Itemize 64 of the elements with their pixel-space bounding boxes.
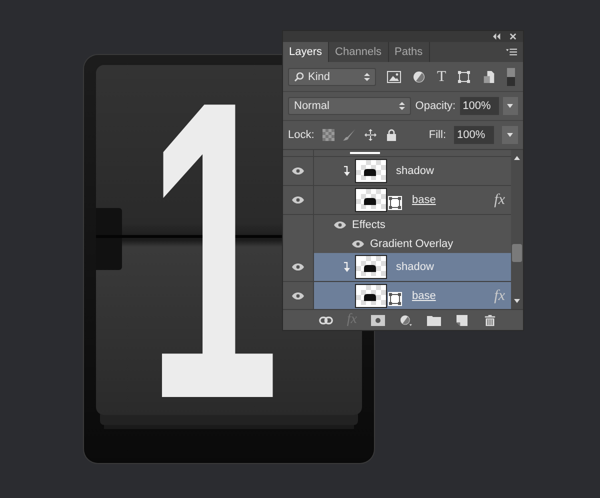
layer-name: base (412, 290, 436, 302)
layer-thumbnail (356, 285, 386, 307)
layer-name: shadow (396, 261, 434, 273)
type-filter-icon[interactable]: T (437, 70, 446, 84)
eye-icon[interactable] (292, 292, 304, 300)
search-icon (294, 72, 304, 82)
eye-icon[interactable] (292, 196, 304, 204)
fill-label: Fill: (428, 129, 446, 141)
panel-tab[interactable]: Layers (283, 42, 330, 62)
image-filter-icon[interactable] (387, 71, 401, 83)
folder-icon[interactable] (427, 314, 441, 326)
blend-mode-dropdown[interactable]: Normal (288, 96, 412, 114)
blend-mode-value: Normal (294, 100, 330, 112)
effect-row[interactable]: Effects (283, 215, 511, 234)
panel-tab[interactable]: Channels (329, 42, 389, 62)
layer-name: shadow (396, 165, 434, 177)
opacity-field[interactable]: 100% (460, 96, 499, 114)
effect-name: Gradient Overlay (370, 238, 454, 250)
scroll-thumb[interactable] (512, 244, 522, 262)
checkerboard-lock-icon[interactable] (322, 129, 336, 141)
panel-tab[interactable]: Paths (388, 42, 430, 62)
fx-label: fx (494, 288, 505, 304)
mask-icon[interactable] (371, 314, 385, 326)
trash-icon[interactable] (483, 314, 497, 326)
layer-row[interactable]: base fx (283, 186, 511, 215)
digit: 1 (147, 89, 280, 412)
brush-lock-icon[interactable] (343, 129, 356, 141)
opacity-label: Opacity: (415, 100, 456, 112)
caret-icon (507, 104, 514, 108)
fill-dropdown-button[interactable] (502, 126, 518, 144)
half-circle-icon[interactable] (399, 314, 413, 326)
layer-thumbnail (356, 160, 386, 182)
menu-icon[interactable] (506, 48, 517, 56)
fill-field[interactable]: 100% (454, 126, 494, 144)
move-lock-icon[interactable] (364, 129, 378, 141)
eye-icon[interactable] (292, 263, 304, 271)
eye-icon[interactable] (352, 240, 364, 248)
close-icon[interactable] (509, 33, 517, 40)
filter-toggle[interactable] (507, 68, 516, 86)
layer-thumbnail (356, 256, 386, 278)
scroll-up-icon[interactable] (514, 156, 520, 160)
document-filter-icon[interactable] (482, 71, 496, 83)
eye-icon[interactable] (334, 220, 346, 228)
scroll-down-icon[interactable] (514, 299, 520, 303)
opacity-dropdown-button[interactable] (502, 96, 518, 114)
filter-dropdown[interactable]: Kind (288, 68, 376, 86)
effect-name: Effects (352, 218, 386, 230)
new-layer-icon[interactable] (455, 314, 469, 326)
filter-value: Kind (308, 71, 332, 83)
updown-icon (399, 100, 406, 110)
link-icon[interactable] (318, 314, 333, 326)
shape-filter-icon[interactable] (457, 71, 472, 83)
fx-label: fx (494, 192, 505, 208)
layer-thumbnail (356, 189, 386, 211)
caret-icon (507, 133, 513, 137)
collapse-icon[interactable] (493, 33, 501, 40)
scrollbar[interactable] (511, 150, 523, 309)
layer-name: base (412, 194, 436, 206)
eye-icon[interactable] (292, 167, 304, 175)
layer-row[interactable]: shadow (283, 157, 511, 186)
half-circle-filter-icon[interactable] (412, 71, 426, 83)
updown-icon (364, 72, 370, 82)
padlock-icon[interactable] (385, 129, 398, 141)
lock-label: Lock: (288, 129, 314, 141)
